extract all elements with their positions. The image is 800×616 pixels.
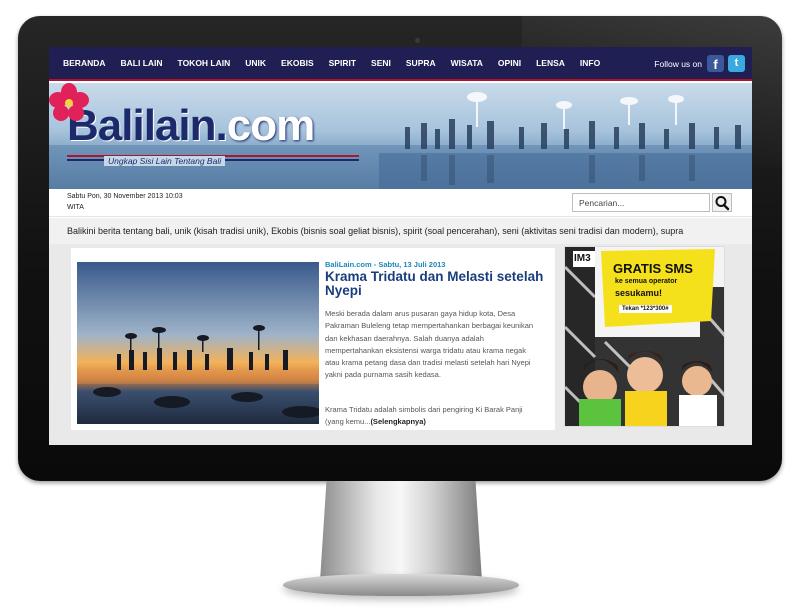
nav-lensa[interactable]: LENSA <box>536 58 565 68</box>
ad-subline-2: sesukamu! <box>615 288 663 298</box>
nav-tokoh-lain[interactable]: TOKOH LAIN <box>178 58 231 68</box>
nav-spirit[interactable]: SPIRIT <box>329 58 356 68</box>
article-excerpt: Meski berada dalam arus pusaran gaya hid… <box>325 309 534 380</box>
featured-article-card: BaliLain.com - Sabtu, 13 Juli 2013 Krama… <box>71 248 555 430</box>
read-more-link[interactable]: (Selengkapnya) <box>370 417 425 426</box>
top-navigation: BERANDA BALI LAIN TOKOH LAIN UNIK EKOBIS… <box>49 47 752 81</box>
date-search-bar: Sabtu Pon, 30 November 2013 10:03 WITA P… <box>49 189 752 217</box>
search-input[interactable]: Pencarian... <box>572 193 710 212</box>
nav-opini[interactable]: OPINI <box>498 58 521 68</box>
nav-ekobis[interactable]: EKOBIS <box>281 58 314 68</box>
ad-code: Tekan *123*300# <box>619 305 672 313</box>
monitor-stand <box>320 481 482 581</box>
site-tagline: Ungkap Sisi Lain Tentang Bali <box>104 156 226 166</box>
sunset-ceremony-image <box>77 262 319 424</box>
article-meta: BaliLain.com - Sabtu, 13 Juli 2013 <box>325 260 446 269</box>
header-banner: Balilain.com Ungkap Sisi Lain Tentang Ba… <box>49 83 752 189</box>
camera-dot <box>415 38 420 43</box>
article-excerpt-continued: Krama Tridatu adalah simbolis dari pengi… <box>325 404 539 429</box>
monitor-base <box>283 574 519 596</box>
browser-screen: BERANDA BALI LAIN TOKOH LAIN UNIK EKOBIS… <box>49 47 752 445</box>
nav-info[interactable]: INFO <box>580 58 600 68</box>
nav-unik[interactable]: UNIK <box>245 58 266 68</box>
logo-main-text: Balilain <box>67 101 216 150</box>
nav-bali-lain[interactable]: BALI LAIN <box>121 58 163 68</box>
search-button[interactable] <box>712 193 732 212</box>
facebook-icon[interactable]: f <box>707 55 724 72</box>
article-photo[interactable] <box>77 262 319 424</box>
im3-advertisement[interactable]: IM3 GRATIS SMS ke semua operator sesukam… <box>564 246 725 427</box>
logo-dot-text: . <box>215 101 228 150</box>
nav-seni[interactable]: SENI <box>371 58 391 68</box>
ad-brand: IM3 <box>574 253 591 264</box>
hibiscus-flower-icon <box>49 83 89 121</box>
twitter-icon[interactable]: t <box>728 55 745 72</box>
nav-supra[interactable]: SUPRA <box>406 58 436 68</box>
ad-subline-1: ke semua operator <box>615 278 678 285</box>
nav-beranda[interactable]: BERANDA <box>63 58 106 68</box>
main-content: BaliLain.com - Sabtu, 13 Juli 2013 Krama… <box>49 244 752 445</box>
follow-us-label: Follow us on <box>654 59 702 69</box>
timezone-label: WITA <box>67 204 84 211</box>
logo-com-text: com <box>226 101 315 150</box>
nav-wisata[interactable]: WISATA <box>451 58 483 68</box>
news-ticker: Balikini berita tentang bali, unik (kisa… <box>49 218 752 244</box>
site-logo[interactable]: Balilain.com <box>67 101 315 151</box>
search-icon <box>715 196 730 211</box>
current-date: Sabtu Pon, 30 November 2013 10:03 <box>67 193 183 200</box>
article-title[interactable]: Krama Tridatu dan Melasti setelah Nyepi <box>325 270 545 298</box>
ad-headline: GRATIS SMS <box>613 261 693 276</box>
